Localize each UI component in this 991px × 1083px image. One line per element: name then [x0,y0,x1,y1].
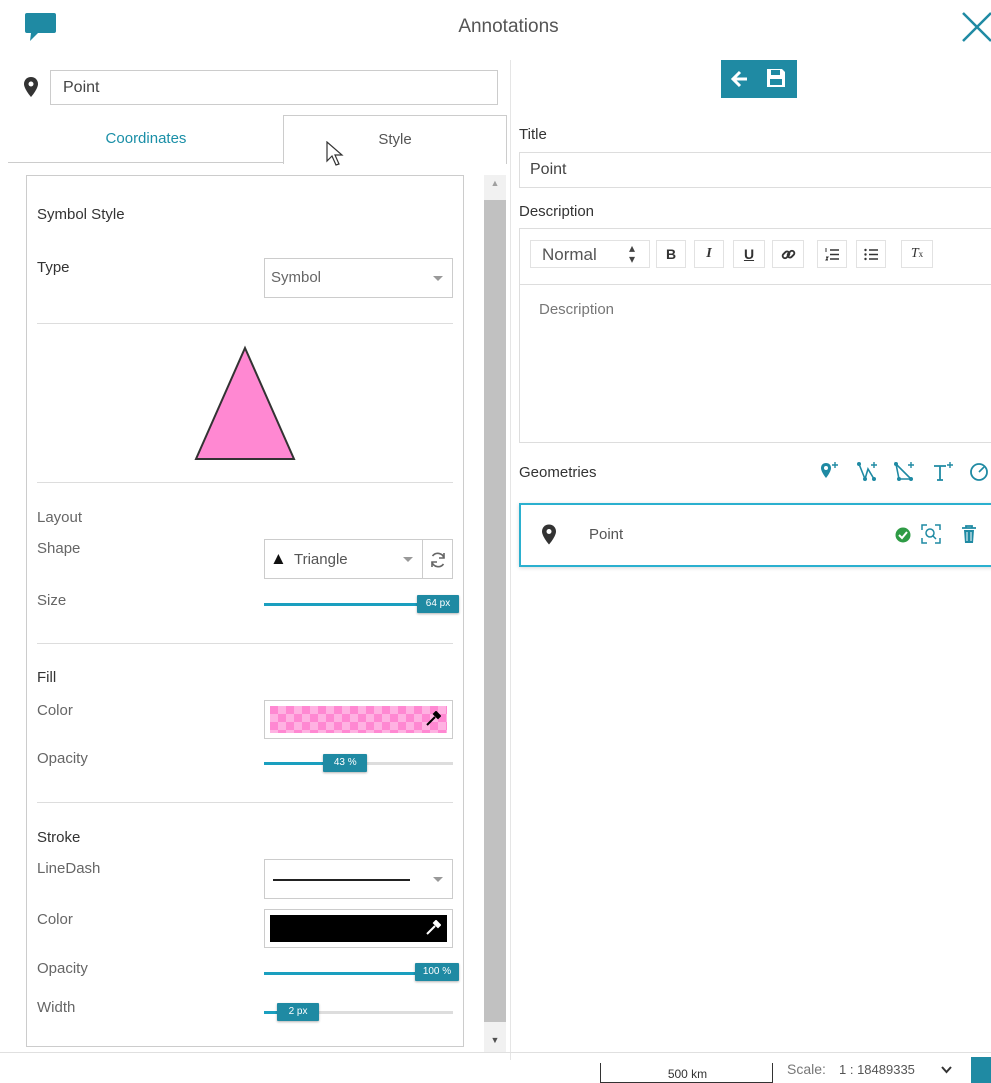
description-editor[interactable]: Description [519,284,991,443]
mouse-cursor-icon [326,141,344,166]
linedash-label: LineDash [37,860,101,877]
add-text-icon[interactable] [932,459,956,483]
italic-button[interactable]: I [694,240,724,268]
annotation-name-input[interactable] [50,70,498,105]
scale-bar-label: 500 km [667,1067,708,1081]
bullet-list-icon [864,248,878,261]
type-label: Type [37,259,70,276]
header-bar: Annotations [0,0,991,56]
link-button[interactable] [772,240,804,268]
description-placeholder: Description [539,301,615,318]
scroll-down-arrow-icon[interactable]: ▼ [486,1035,504,1049]
stroke-opacity-slider-handle[interactable]: 100 % [415,963,459,981]
shape-label: Shape [37,540,81,557]
stroke-color-label: Color [37,911,73,928]
stroke-color-swatch [270,915,447,942]
ordered-list-button[interactable] [817,240,847,268]
solid-line-preview [273,879,410,881]
scroll-up-arrow-icon[interactable]: ▲ [486,178,504,192]
map-settings-button[interactable] [971,1057,991,1083]
fill-color-picker[interactable] [264,700,453,739]
divider [37,323,453,324]
valid-check-icon [895,527,911,543]
size-slider-handle[interactable]: 64 px [417,595,459,613]
window-title: Annotations [458,16,559,37]
stroke-opacity-label: Opacity [37,960,88,977]
triangle-shape-icon: ▲ [270,549,287,568]
stroke-color-picker[interactable] [264,909,453,948]
scale-select[interactable]: 1 : 18489335 [834,1058,958,1082]
save-icon[interactable] [765,67,787,89]
scale-select-value: 1 : 18489335 [839,1062,915,1077]
bullet-list-button[interactable] [856,240,886,268]
scale-label: Scale: [787,1061,826,1077]
eyedropper-icon [426,920,441,935]
underline-button[interactable]: U [733,240,765,268]
add-point-icon[interactable] [820,459,842,483]
link-icon [781,249,796,260]
size-label: Size [37,592,67,609]
random-shape-button[interactable] [422,539,453,579]
ordered-list-icon [825,248,839,261]
divider [37,482,453,483]
stroke-width-label: Width [37,999,76,1016]
shape-select[interactable]: ▲ Triangle [264,539,423,579]
symbol-style-heading: Symbol Style [37,206,125,223]
shape-select-value: Triangle [294,551,348,568]
description-label: Description [519,203,595,220]
panel-divider [510,60,511,1060]
chevron-down-icon [433,877,443,882]
clear-format-button[interactable]: Tx [901,240,933,268]
type-select[interactable]: Symbol [264,258,453,298]
divider [37,802,453,803]
tab-style[interactable]: Style [283,115,507,164]
type-select-value: Symbol [271,269,322,286]
back-arrow-icon[interactable] [729,68,751,90]
fill-color-label: Color [37,702,73,719]
tab-coordinates[interactable]: Coordinates [8,117,284,163]
geometry-item-label: Point [589,526,624,543]
chevron-down-icon [941,1066,952,1074]
layout-heading: Layout [37,509,83,526]
text-format-value: Normal [542,245,597,264]
stroke-width-slider-handle[interactable]: 2 px [277,1003,320,1021]
add-line-icon[interactable] [856,459,880,483]
fill-color-swatch [270,706,447,733]
add-circle-icon[interactable] [968,459,991,483]
fill-opacity-slider-handle[interactable]: 43 % [323,754,368,772]
chevron-down-icon [433,276,443,281]
map-marker-icon [24,77,38,97]
chevron-down-icon [403,557,413,562]
close-icon[interactable] [960,10,991,44]
symbol-preview-triangle [194,345,296,460]
geometry-list-item[interactable]: Point [519,503,991,567]
divider [37,643,453,644]
map-scale-bar: 500 km [600,1063,773,1083]
scrollbar-thumb[interactable] [484,200,506,1022]
action-bar [721,60,797,98]
clear-format-icon: T [910,246,919,261]
map-marker-icon [542,524,556,545]
add-polygon-icon[interactable] [893,459,917,483]
fill-opacity-label: Opacity [37,750,88,767]
zoom-to-geometry-icon[interactable] [921,524,941,544]
fill-heading: Fill [37,669,57,686]
linedash-select[interactable] [264,859,453,899]
updown-arrows-icon: ▴ ▾ [629,241,636,266]
trash-icon[interactable] [961,524,977,544]
footer-divider [0,1052,991,1053]
bold-button[interactable]: B [656,240,686,268]
title-input[interactable] [519,152,991,188]
title-label: Title [519,126,547,143]
text-format-select[interactable]: Normal ▴ ▾ [530,240,650,268]
geometries-label: Geometries [519,464,597,481]
eyedropper-icon [426,711,441,726]
stroke-heading: Stroke [37,829,81,846]
refresh-icon [431,552,445,568]
